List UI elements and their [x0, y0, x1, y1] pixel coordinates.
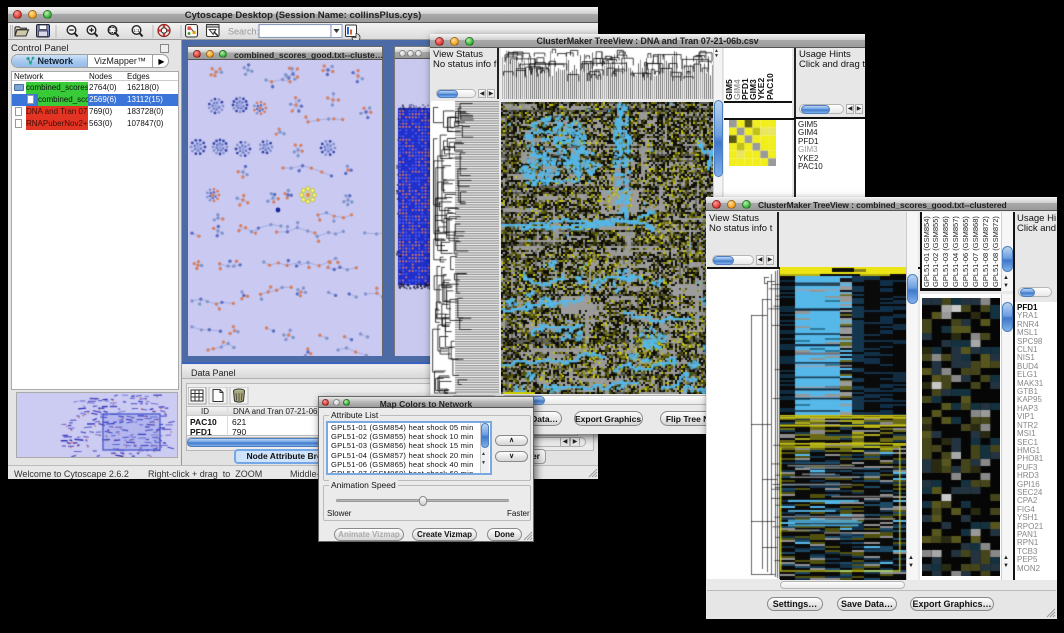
- svg-text:1:1: 1:1: [133, 28, 140, 33]
- svg-text:Search:: Search:: [228, 27, 259, 37]
